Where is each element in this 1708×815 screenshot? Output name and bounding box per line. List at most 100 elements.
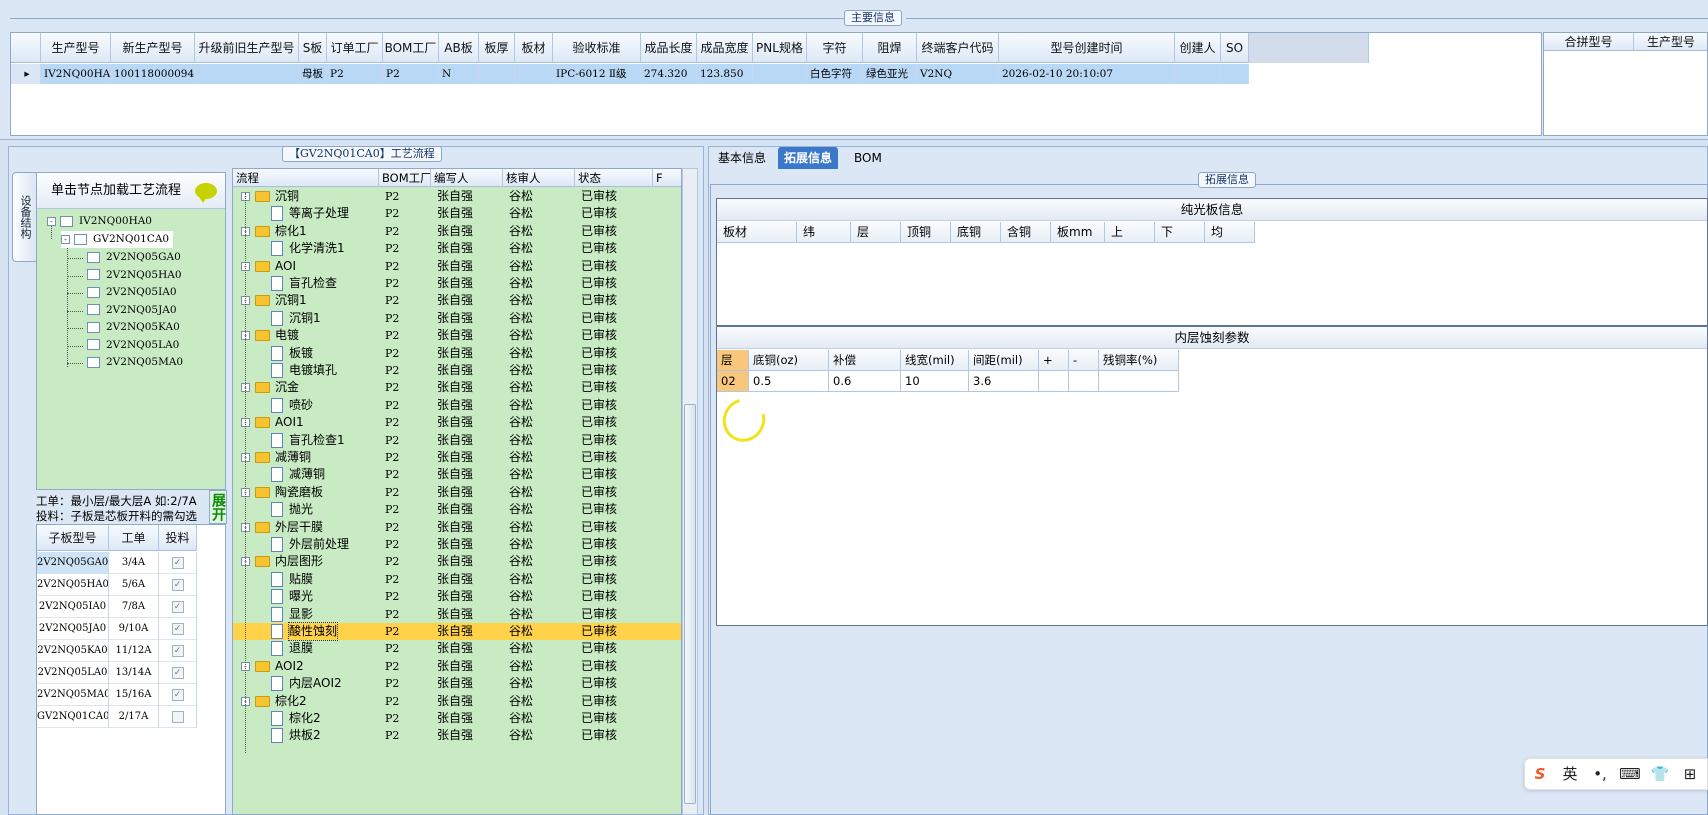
- sub-board-model[interactable]: 2V2NQ05JA0: [37, 618, 109, 640]
- tab-extended-info[interactable]: 拓展信息: [778, 147, 839, 169]
- node-checkbox[interactable]: [87, 269, 100, 280]
- flow-row[interactable]: 化学清洗1 P2 张自强 谷松 已审核: [233, 240, 681, 257]
- sub-board-fed-cell[interactable]: ✓: [159, 684, 197, 706]
- sub-board-order[interactable]: 7/8A: [109, 596, 159, 618]
- sub-board-model[interactable]: GV2NQ01CA0: [37, 706, 109, 728]
- bare-col-header[interactable]: 上: [1105, 222, 1155, 243]
- sub-board-fed-cell[interactable]: ✓: [159, 596, 197, 618]
- flow-row[interactable]: - 陶瓷磨板 P2 张自强 谷松 已审核: [233, 484, 681, 501]
- sub-board-row[interactable]: 2V2NQ05LA0 13/14A ✓: [37, 662, 197, 684]
- column-header[interactable]: 验收标准: [553, 33, 641, 63]
- column-header[interactable]: PNL规格: [753, 33, 807, 63]
- flow-row[interactable]: - AOI1 P2 张自强 谷松 已审核: [233, 414, 681, 431]
- tab-basic-info[interactable]: 基本信息: [712, 147, 772, 169]
- flow-row[interactable]: 酸性蚀刻 P2 张自强 谷松 已审核: [233, 621, 681, 642]
- process-flow-grid[interactable]: 流程 BOM工厂 编写人 核审人 状态 F - 沉铜 P2 张自强 谷松 已审核 等离子处理…: [232, 168, 682, 815]
- bare-col-header[interactable]: 顶铜: [901, 222, 951, 243]
- column-header[interactable]: 阻焊: [863, 33, 917, 63]
- main-info-grid[interactable]: 生产型号 新生产型号 升级前旧生产型号 S板 订单工厂 BOM工厂 AB板 板厚 板材 验收标准成…: [10, 32, 1542, 136]
- etch-col-header[interactable]: 间距(mil): [969, 350, 1039, 371]
- node-checkbox[interactable]: [87, 356, 100, 368]
- scrollbar-thumb[interactable]: [684, 404, 696, 804]
- skin-icon[interactable]: 👕: [1645, 758, 1675, 790]
- etch-data-row[interactable]: 02 0.5 0.6 10 3.6: [717, 371, 1179, 392]
- flow-row[interactable]: 内层AOI2 P2 张自强 谷松 已审核: [233, 675, 681, 692]
- flow-row[interactable]: 喷砂 P2 张自强 谷松 已审核: [233, 397, 681, 414]
- sub-board-row[interactable]: 2V2NQ05IA0 7/8A ✓: [37, 596, 197, 618]
- data-cell[interactable]: N: [439, 64, 479, 84]
- tree-node-root[interactable]: - IV2NQ00HA0: [47, 213, 152, 230]
- bare-col-header[interactable]: 板材: [717, 222, 797, 243]
- flow-row[interactable]: - AOI P2 张自强 谷松 已审核: [233, 258, 681, 275]
- tree-node-leaf[interactable]: 2V2NQ05IA0: [87, 284, 177, 301]
- tab-bom[interactable]: BOM: [848, 147, 888, 169]
- bare-col-header[interactable]: 均: [1205, 222, 1255, 243]
- sub-board-model[interactable]: 2V2NQ05IA0: [37, 596, 109, 618]
- flow-row[interactable]: 等离子处理 P2 张自强 谷松 已审核: [233, 205, 681, 222]
- merge-model-grid[interactable]: 合拼型号 生产型号: [1543, 32, 1708, 136]
- sub-board-model[interactable]: 2V2NQ05GA0: [37, 552, 109, 574]
- node-checkbox[interactable]: [87, 251, 100, 263]
- sub-board-fed-cell[interactable]: [159, 706, 197, 728]
- flow-row[interactable]: - 棕化1 P2 张自强 谷松 已审核: [233, 223, 681, 240]
- data-cell[interactable]: [753, 64, 807, 84]
- column-header[interactable]: BOM工厂: [383, 33, 439, 63]
- flow-row[interactable]: 棕化2 P2 张自强 谷松 已审核: [233, 710, 681, 727]
- etch-cell[interactable]: [1069, 371, 1099, 392]
- data-cell[interactable]: 母板: [299, 64, 327, 84]
- column-header[interactable]: 成品宽度: [697, 33, 753, 63]
- column-header[interactable]: 生产型号: [41, 33, 111, 63]
- column-header[interactable]: 成品长度: [641, 33, 697, 63]
- flow-row[interactable]: 贴膜 P2 张自强 谷松 已审核: [233, 571, 681, 588]
- tree-node-leaf[interactable]: 2V2NQ05LA0: [87, 337, 179, 354]
- ime-language-toggle[interactable]: 英: [1555, 758, 1585, 790]
- flow-row[interactable]: - AOI2 P2 张自强 谷松 已审核: [233, 658, 681, 675]
- sub-board-fed-cell[interactable]: ✓: [159, 618, 197, 640]
- fed-checkbox[interactable]: ✓: [171, 666, 184, 679]
- flow-row[interactable]: 减薄铜 P2 张自强 谷松 已审核: [233, 466, 681, 483]
- sub-board-fed-cell[interactable]: ✓: [159, 662, 197, 684]
- flow-row[interactable]: 外层前处理 P2 张自强 谷松 已审核: [233, 536, 681, 553]
- sub-board-row[interactable]: 2V2NQ05HA0 5/6A ✓: [37, 574, 197, 596]
- flow-row[interactable]: 盲孔检查1 P2 张自强 谷松 已审核: [233, 432, 681, 449]
- sub-board-grid[interactable]: 子板型号 工单 投料 2V2NQ05GA0 3/4A ✓ 2V2NQ05HA0 5/6A…: [36, 524, 226, 815]
- flow-row[interactable]: - 电镀 P2 张自强 谷松 已审核: [233, 327, 681, 344]
- fed-checkbox[interactable]: ✓: [171, 688, 184, 701]
- flow-row[interactable]: 板镀 P2 张自强 谷松 已审核: [233, 345, 681, 362]
- flow-row[interactable]: 退膜 P2 张自强 谷松 已审核: [233, 640, 681, 657]
- tree-node-leaf[interactable]: 2V2NQ05KA0: [87, 319, 180, 336]
- sub-board-fed-cell[interactable]: ✓: [159, 552, 197, 574]
- data-cell[interactable]: 白色字符: [807, 64, 863, 84]
- bare-col-header[interactable]: 下: [1155, 222, 1205, 243]
- column-header[interactable]: 新生产型号: [111, 33, 195, 63]
- data-cell[interactable]: V2NQ: [917, 64, 999, 84]
- column-header[interactable]: 板材: [515, 33, 553, 63]
- data-cell[interactable]: 绿色亚光: [863, 64, 917, 84]
- node-checkbox[interactable]: [87, 304, 100, 315]
- collapse-icon[interactable]: -: [47, 217, 56, 226]
- bare-col-header[interactable]: 底铜: [951, 222, 1001, 243]
- data-cell[interactable]: [1175, 64, 1221, 84]
- column-header[interactable]: SO: [1221, 33, 1249, 63]
- data-cell[interactable]: [1221, 64, 1249, 84]
- etch-cell[interactable]: 02: [717, 371, 749, 392]
- column-header[interactable]: 终端客户代码: [917, 33, 999, 63]
- flow-row[interactable]: 抛光 P2 张自强 谷松 已审核: [233, 501, 681, 518]
- sub-board-order[interactable]: 15/16A: [109, 684, 159, 706]
- flow-row[interactable]: - 棕化2 P2 张自强 谷松 已审核: [233, 693, 681, 710]
- node-checkbox[interactable]: [60, 215, 73, 227]
- tree-node-leaf[interactable]: 2V2NQ05GA0: [87, 249, 181, 266]
- column-header[interactable]: S板: [299, 33, 327, 63]
- data-cell[interactable]: IPC-6012 Ⅱ级: [553, 64, 641, 84]
- data-cell[interactable]: 2026-02-10 20:10:07: [999, 64, 1175, 84]
- flow-row[interactable]: 烘板2 P2 张自强 谷松 已审核: [233, 727, 681, 744]
- sub-board-order[interactable]: 2/17A: [109, 706, 159, 728]
- row-selector-icon[interactable]: ▸: [11, 64, 41, 84]
- sub-board-model[interactable]: 2V2NQ05LA0: [37, 662, 109, 684]
- etch-cell[interactable]: 3.6: [969, 371, 1039, 392]
- fed-checkbox[interactable]: ✓: [171, 556, 184, 569]
- sogou-logo-icon[interactable]: S: [1525, 758, 1555, 790]
- flow-row[interactable]: - 外层干膜 P2 张自强 谷松 已审核: [233, 519, 681, 536]
- tree-node-child[interactable]: - GV2NQ01CA0: [61, 231, 174, 248]
- node-checkbox[interactable]: [87, 339, 100, 350]
